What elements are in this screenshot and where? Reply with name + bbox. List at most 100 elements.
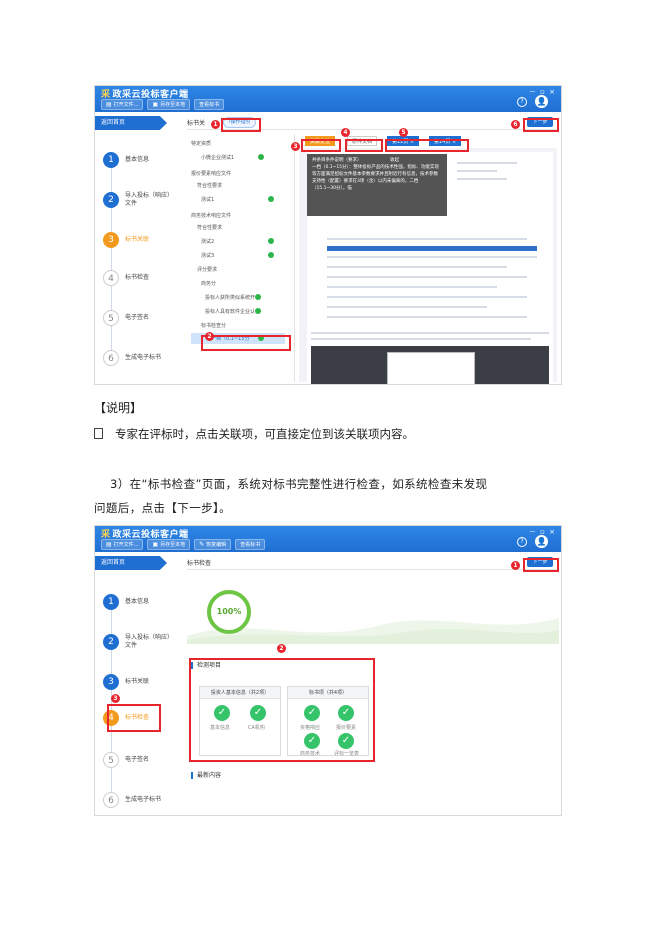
requirement-tooltip: 共条目条件说明（要求） 收起 一档（0.1~15分）：整体投标产品的技术性强，指… xyxy=(307,154,447,216)
page-title: 标书关 xyxy=(187,120,206,127)
badge-1: 1 xyxy=(511,561,520,570)
step-association[interactable]: 3 标书关联 xyxy=(103,228,183,252)
check-icon xyxy=(255,308,262,314)
tree-node[interactable]: 符合性要求 xyxy=(197,182,222,189)
paragraph-line-2: 问题后，点击【下一步】。 xyxy=(94,501,232,515)
step-label: 导入投标（响应）文件 xyxy=(125,634,174,649)
step-label: 基本信息 xyxy=(125,598,150,605)
save-local-label: 另存至本地 xyxy=(160,102,186,108)
view-bid-button[interactable]: 查看标书 xyxy=(194,99,225,110)
step-label: 生成电子标书 xyxy=(125,796,162,803)
save-icon: ▣ xyxy=(152,541,159,548)
doc-line xyxy=(327,276,527,278)
doc-line xyxy=(327,266,507,268)
back-home-button[interactable]: 返回首页 xyxy=(95,116,167,130)
step-check[interactable]: 4 标书检查 xyxy=(103,266,183,290)
open-file-button[interactable]: ▤ 打开文件... xyxy=(101,539,144,550)
step-label: 标书检查 xyxy=(125,274,150,281)
highlight-tab-original xyxy=(345,139,383,152)
step-basic-info[interactable]: 1 基本信息 xyxy=(103,590,183,614)
check-icon xyxy=(268,252,275,258)
help-icon[interactable]: ? xyxy=(517,97,527,107)
highlight-op-guide xyxy=(221,118,261,132)
toolbar: ▤ 打开文件... ▣ 另存至本地 ✎ 恢复编辑 查看标书 xyxy=(101,539,266,550)
tree-node[interactable]: 测试2 xyxy=(201,238,275,245)
step-import[interactable]: 2 导入投标（响应）文件 xyxy=(103,188,183,212)
tree-node[interactable]: 商务分 xyxy=(201,280,216,287)
tree-node[interactable]: 标书检查分 xyxy=(201,322,226,329)
step-generate[interactable]: 6 生成电子标书 xyxy=(103,788,183,812)
badge-2: 2 xyxy=(277,644,286,653)
step-association[interactable]: 3 标书关联 xyxy=(103,670,183,694)
tree-node[interactable]: 报价要素响应文件 xyxy=(191,170,231,177)
step-label: 电子签名 xyxy=(125,314,150,321)
step-signature[interactable]: 5 电子签名 xyxy=(103,748,183,772)
highlight-next xyxy=(523,118,559,132)
step-basic-info[interactable]: 1 基本信息 xyxy=(103,148,183,172)
open-file-button[interactable]: ▤ 打开文件... xyxy=(101,99,144,110)
tree-node[interactable]: 小微企业测试1 xyxy=(201,154,265,161)
check-icon xyxy=(258,154,265,160)
step-number: 2 xyxy=(103,192,119,208)
save-local-label: 另存至本地 xyxy=(160,542,186,548)
tree-node[interactable]: 特定资质 xyxy=(191,140,211,147)
step-import[interactable]: 2 导入投标（响应）文件 xyxy=(103,630,183,654)
step-number: 1 xyxy=(103,594,119,610)
highlight-next xyxy=(523,558,559,572)
highlight-tab-pages xyxy=(385,139,469,152)
tree-node-label: 测试3 xyxy=(201,253,215,259)
badge-4: 4 xyxy=(341,128,350,137)
note-line: 专家在评标时，点击关联项，可直接定位到该关联项内容。 xyxy=(94,426,414,442)
tree-node-label: 投标人获所类似系统开 xyxy=(205,295,256,301)
step-label: 电子签名 xyxy=(125,756,150,763)
save-local-button[interactable]: ▣ 另存至本地 xyxy=(147,539,191,550)
open-file-label: 打开文件... xyxy=(113,542,139,548)
help-icon[interactable]: ? xyxy=(517,537,527,547)
step-generate[interactable]: 6 生成电子标书 xyxy=(103,346,183,370)
badge-3: 3 xyxy=(111,694,120,703)
view-bid-label: 查看标书 xyxy=(240,542,261,548)
step-number: 6 xyxy=(103,350,119,366)
doc-line xyxy=(327,256,537,258)
restore-edit-label: 恢复编辑 xyxy=(206,542,227,548)
view-bid-button[interactable]: 查看标书 xyxy=(235,539,266,550)
badge-6: 6 xyxy=(511,120,520,129)
open-file-label: 打开文件... xyxy=(113,102,139,108)
note-heading: 【说明】 xyxy=(94,401,143,415)
step-number: 6 xyxy=(103,792,119,808)
tree-node[interactable]: 测试3 xyxy=(201,252,275,259)
tree-node-label: 测试2 xyxy=(201,239,215,245)
back-home-button[interactable]: 返回首页 xyxy=(95,556,167,570)
folder-icon: ▤ xyxy=(106,541,112,548)
step-label: 生成电子标书 xyxy=(125,354,162,361)
avatar[interactable]: 👤 xyxy=(535,535,548,548)
restore-edit-button[interactable]: ✎ 恢复编辑 xyxy=(194,539,232,550)
tree-node[interactable]: 商务技术响应文件 xyxy=(191,212,231,219)
check-icon xyxy=(255,294,262,300)
badge-2: 2 xyxy=(205,332,214,341)
doc-line xyxy=(457,162,517,164)
latest-content-title: 最新内容 xyxy=(191,772,221,779)
folder-icon: ▤ xyxy=(106,101,112,108)
tree-node[interactable]: 评分要求 xyxy=(197,266,217,273)
highlight-tab-locate xyxy=(301,139,341,152)
step-signature[interactable]: 5 电子签名 xyxy=(103,306,183,330)
tree-node[interactable]: 投标人具有软件企业认 xyxy=(205,308,262,315)
step-label: 标书关联 xyxy=(125,678,150,685)
step-number: 3 xyxy=(103,232,119,248)
step-number: 4 xyxy=(103,270,119,286)
save-local-button[interactable]: ▣ 另存至本地 xyxy=(147,99,191,110)
step-number: 2 xyxy=(103,634,119,650)
tree-node[interactable]: 符合性要求 xyxy=(197,224,222,231)
doc-line xyxy=(327,286,497,288)
doc-line xyxy=(327,306,487,308)
doc-line xyxy=(457,178,507,180)
check-icon xyxy=(268,196,275,202)
title-bar: 采政采云投标客户端 ▤ 打开文件... ▣ 另存至本地 查看标书 － ▫ × ? 👤 xyxy=(95,86,561,112)
step-label: 标书关联 xyxy=(125,236,150,243)
screenshot-bid-check: 采政采云投标客户端 ▤ 打开文件... ▣ 另存至本地 ✎ 恢复编辑 查看标书 － ▫… xyxy=(94,525,562,816)
avatar[interactable]: 👤 xyxy=(535,95,548,108)
step-number: 1 xyxy=(103,152,119,168)
tree-node[interactable]: 投标人获所类似系统开 xyxy=(205,294,262,301)
tree-node[interactable]: 测试1 xyxy=(201,196,275,203)
